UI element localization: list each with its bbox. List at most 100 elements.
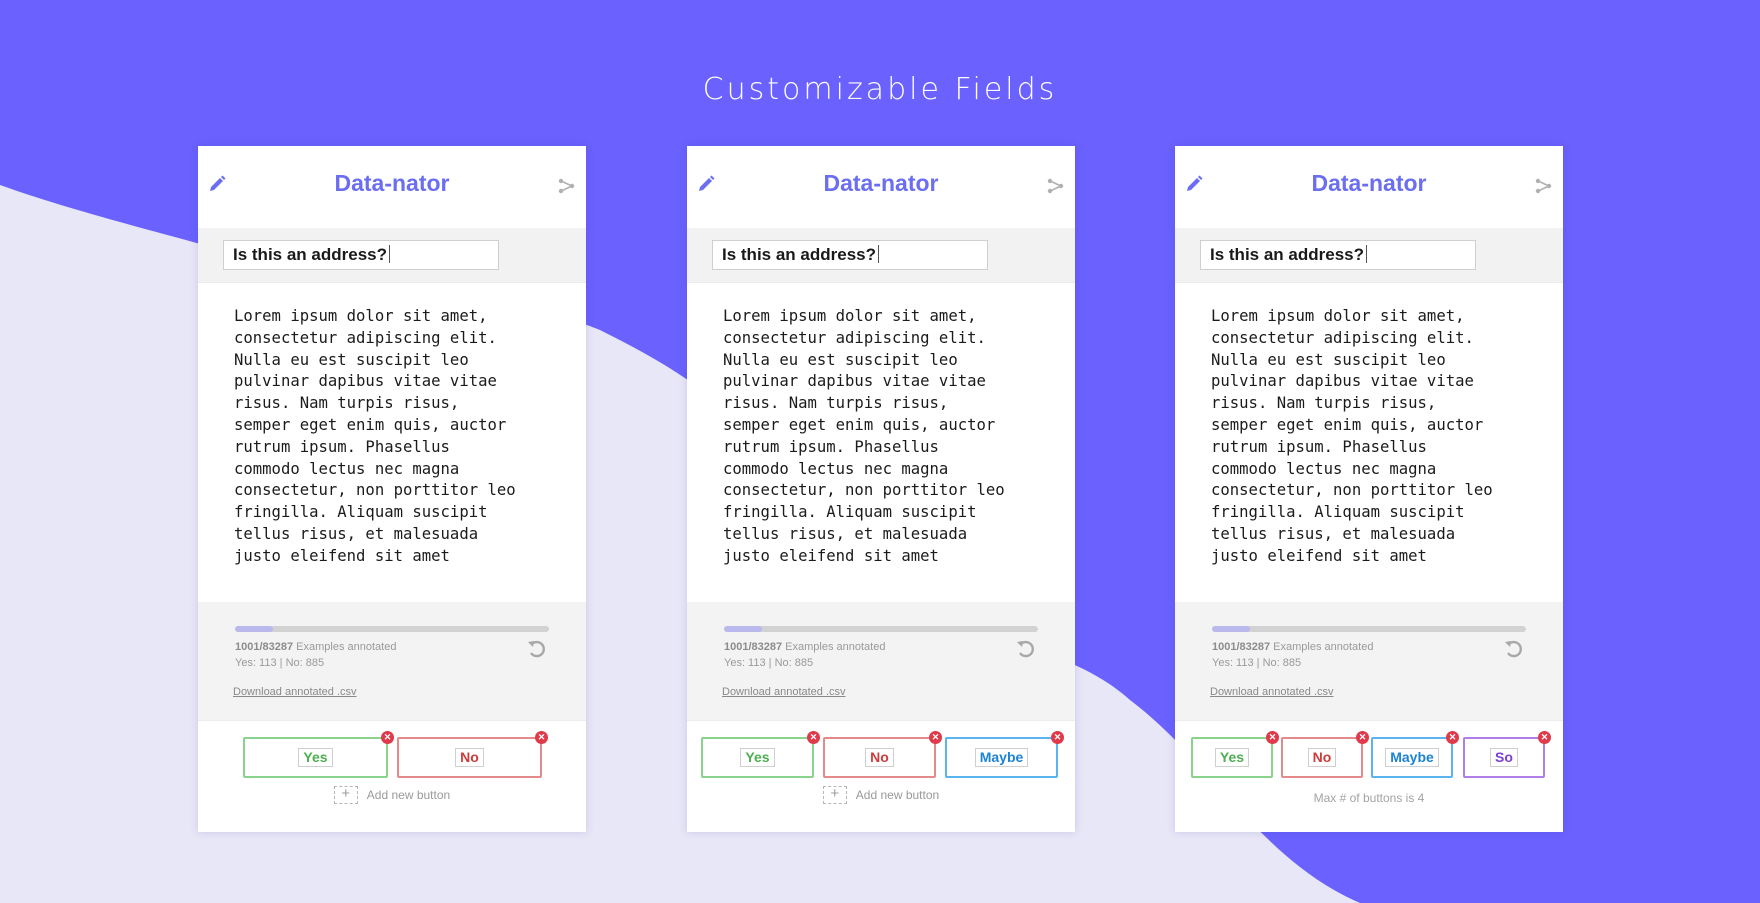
undo-icon[interactable]: [1015, 638, 1037, 660]
remove-icon[interactable]: ✕: [381, 731, 394, 744]
remove-icon[interactable]: ✕: [1051, 731, 1064, 744]
app-title: Data-nator: [334, 170, 450, 196]
progress-count: 1001/83287 Examples annotated: [724, 641, 885, 653]
tally-yes: Yes: 113: [724, 657, 766, 669]
progress-fill: [235, 626, 273, 632]
question-text: Is this an address?: [233, 245, 387, 264]
question-input[interactable]: Is this an address?: [223, 240, 499, 270]
text-caret: [389, 245, 390, 263]
button-area: Yes ✕ No ✕ Maybe ✕ So ✕ Max # of buttons…: [1175, 720, 1563, 831]
card-header: Data-nator: [198, 146, 586, 228]
yes-button[interactable]: Yes ✕: [1191, 731, 1279, 778]
question-input[interactable]: Is this an address?: [1200, 240, 1476, 270]
max-buttons-note: Max # of buttons is 4: [1313, 791, 1425, 805]
so-button[interactable]: So ✕: [1463, 731, 1551, 778]
share-icon[interactable]: [1047, 177, 1065, 195]
remove-icon[interactable]: ✕: [1266, 731, 1279, 744]
progress-count-label: Examples annotated: [293, 641, 397, 653]
no-button[interactable]: No ✕: [823, 731, 942, 778]
progress-count-value: 1001/83287: [235, 641, 294, 653]
progress-count-value: 1001/83287: [724, 641, 783, 653]
text-caret: [878, 245, 879, 263]
example-text: Lorem ipsum dolor sit amet, consectetur …: [1175, 282, 1563, 602]
progress-count-label: Examples annotated: [782, 641, 886, 653]
maybe-button-label[interactable]: Maybe: [1385, 748, 1439, 767]
undo-icon[interactable]: [526, 638, 548, 660]
progress-fill: [724, 626, 762, 632]
add-new-button-label[interactable]: Add new button: [856, 788, 939, 802]
add-new-button[interactable]: + Add new button: [198, 786, 586, 804]
tally: Yes: 113 | No: 885: [724, 657, 813, 669]
add-new-button-label[interactable]: Add new button: [367, 788, 450, 802]
yes-button-label[interactable]: Yes: [298, 748, 333, 767]
progress-count-label: Examples annotated: [1270, 641, 1374, 653]
tally-separator: |: [1256, 657, 1260, 669]
question-band: Is this an address?: [1175, 228, 1563, 282]
tally: Yes: 113 | No: 885: [1212, 657, 1301, 669]
progress-bar: [724, 626, 1038, 632]
annotator-card-2: Data-nator Is this an address? Lorem ips…: [687, 146, 1075, 832]
progress-bar: [235, 626, 549, 632]
app-title: Data-nator: [1311, 170, 1427, 196]
plus-icon[interactable]: +: [333, 786, 358, 804]
plus-icon[interactable]: +: [822, 786, 847, 804]
remove-icon[interactable]: ✕: [1538, 731, 1551, 744]
question-band: Is this an address?: [198, 228, 586, 282]
question-input[interactable]: Is this an address?: [712, 240, 988, 270]
progress-fill: [1212, 626, 1250, 632]
maybe-button[interactable]: Maybe ✕: [945, 731, 1064, 778]
download-csv-link[interactable]: Download annotated .csv: [722, 686, 846, 698]
remove-icon[interactable]: ✕: [1356, 731, 1369, 744]
tally-no: No: 885: [1262, 657, 1302, 669]
button-area: Yes ✕ No ✕ + Add new button: [198, 720, 586, 831]
share-icon[interactable]: [558, 177, 576, 195]
progress-section: 1001/83287 Examples annotated Yes: 113 |…: [1175, 602, 1563, 720]
progress-count-value: 1001/83287: [1212, 641, 1271, 653]
tally-separator: |: [279, 657, 283, 669]
remove-icon[interactable]: ✕: [535, 731, 548, 744]
yes-button[interactable]: Yes ✕: [701, 731, 820, 778]
tally-no: No: 885: [285, 657, 325, 669]
tally-yes: Yes: 113: [1212, 657, 1254, 669]
card-header: Data-nator: [687, 146, 1075, 228]
no-button[interactable]: No ✕: [397, 731, 548, 778]
maybe-button[interactable]: Maybe ✕: [1371, 731, 1459, 778]
text-caret: [1366, 245, 1367, 263]
share-icon[interactable]: [1535, 177, 1553, 195]
question-text: Is this an address?: [722, 245, 876, 264]
annotator-card-3: Data-nator Is this an address? Lorem ips…: [1175, 146, 1563, 832]
progress-section: 1001/83287 Examples annotated Yes: 113 |…: [687, 602, 1075, 720]
add-new-button[interactable]: + Add new button: [687, 786, 1075, 804]
example-text: Lorem ipsum dolor sit amet, consectetur …: [687, 282, 1075, 602]
no-button[interactable]: No ✕: [1281, 731, 1369, 778]
app-title: Data-nator: [823, 170, 939, 196]
tally: Yes: 113 | No: 885: [235, 657, 324, 669]
annotator-card-1: Data-nator Is this an address? Lorem ips…: [198, 146, 586, 832]
yes-button[interactable]: Yes ✕: [243, 731, 394, 778]
remove-icon[interactable]: ✕: [807, 731, 820, 744]
progress-count: 1001/83287 Examples annotated: [1212, 641, 1373, 653]
tally-yes: Yes: 113: [235, 657, 277, 669]
maybe-button-label[interactable]: Maybe: [974, 748, 1029, 767]
no-button-label[interactable]: No: [455, 748, 484, 767]
progress-count: 1001/83287 Examples annotated: [235, 641, 396, 653]
card-header: Data-nator: [1175, 146, 1563, 228]
button-area: Yes ✕ No ✕ Maybe ✕ + Add new button: [687, 720, 1075, 831]
download-csv-link[interactable]: Download annotated .csv: [233, 686, 357, 698]
yes-button-label[interactable]: Yes: [740, 748, 775, 767]
no-button-label[interactable]: No: [865, 748, 894, 767]
question-band: Is this an address?: [687, 228, 1075, 282]
remove-icon[interactable]: ✕: [929, 731, 942, 744]
question-text: Is this an address?: [1210, 245, 1364, 264]
no-button-label[interactable]: No: [1307, 748, 1337, 767]
undo-icon[interactable]: [1503, 638, 1525, 660]
example-text: Lorem ipsum dolor sit amet, consectetur …: [198, 282, 586, 602]
progress-bar: [1212, 626, 1526, 632]
tally-separator: |: [768, 657, 772, 669]
so-button-label[interactable]: So: [1490, 748, 1518, 767]
yes-button-label[interactable]: Yes: [1214, 748, 1250, 767]
tally-no: No: 885: [774, 657, 814, 669]
remove-icon[interactable]: ✕: [1446, 731, 1459, 744]
download-csv-link[interactable]: Download annotated .csv: [1210, 686, 1334, 698]
progress-section: 1001/83287 Examples annotated Yes: 113 |…: [198, 602, 586, 720]
